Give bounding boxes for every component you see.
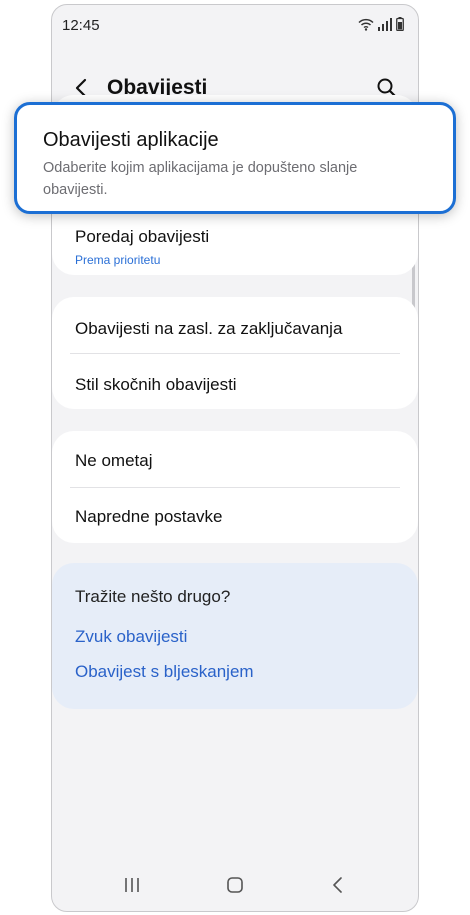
- wifi-icon: [358, 18, 374, 31]
- battery-icon: [396, 17, 404, 31]
- app-notifications-description: Odaberite kojim aplikacijama je dopušten…: [43, 160, 358, 198]
- settings-group-3: Ne ometaj Napredne postavke: [52, 431, 418, 543]
- status-bar: 12:45: [52, 5, 418, 45]
- lock-screen-notifications-label: Obavijesti na zasl. za zaključavanja: [75, 319, 343, 338]
- divider: [70, 353, 400, 354]
- recents-button[interactable]: [120, 875, 144, 895]
- suggestions-card: Tražite nešto drugo? Zvuk obavijesti Oba…: [52, 563, 418, 709]
- divider: [70, 487, 400, 488]
- status-time: 12:45: [62, 17, 100, 34]
- notification-sound-link[interactable]: Zvuk obavijesti: [75, 627, 187, 647]
- status-icons: [358, 17, 404, 31]
- sort-notifications-label: Poredaj obavijesti: [75, 227, 210, 246]
- app-notifications-title: Obavijesti aplikacije: [43, 129, 219, 151]
- recents-icon: [125, 878, 139, 892]
- lock-screen-notifications-item[interactable]: Obavijesti na zasl. za zaključavanja: [75, 319, 400, 339]
- do-not-disturb-label: Ne ometaj: [75, 451, 153, 470]
- suggestions-title: Tražite nešto drugo?: [75, 587, 231, 606]
- home-icon: [227, 877, 243, 893]
- advanced-settings-item[interactable]: Napredne postavke: [75, 507, 400, 527]
- chevron-left-icon: [75, 78, 87, 98]
- navigation-bar: [52, 861, 418, 911]
- nav-back-icon: [333, 877, 342, 893]
- sort-notifications-item[interactable]: Poredaj obavijesti Prema prioritetu: [75, 227, 400, 267]
- sort-notifications-value: Prema prioritetu: [75, 253, 161, 267]
- advanced-settings-label: Napredne postavke: [75, 507, 223, 526]
- popup-style-label: Stil skočnih obavijesti: [75, 375, 237, 394]
- app-notifications-item[interactable]: Obavijesti aplikacije Odaberite kojim ap…: [14, 102, 456, 214]
- popup-style-item[interactable]: Stil skočnih obavijesti: [75, 375, 400, 395]
- flash-notification-link[interactable]: Obavijest s bljeskanjem: [75, 662, 254, 682]
- signal-icon: [378, 17, 392, 31]
- do-not-disturb-item[interactable]: Ne ometaj: [75, 451, 400, 471]
- nav-back-button[interactable]: [326, 875, 350, 895]
- settings-group-2: Obavijesti na zasl. za zaključavanja Sti…: [52, 297, 418, 409]
- home-button[interactable]: [223, 875, 247, 895]
